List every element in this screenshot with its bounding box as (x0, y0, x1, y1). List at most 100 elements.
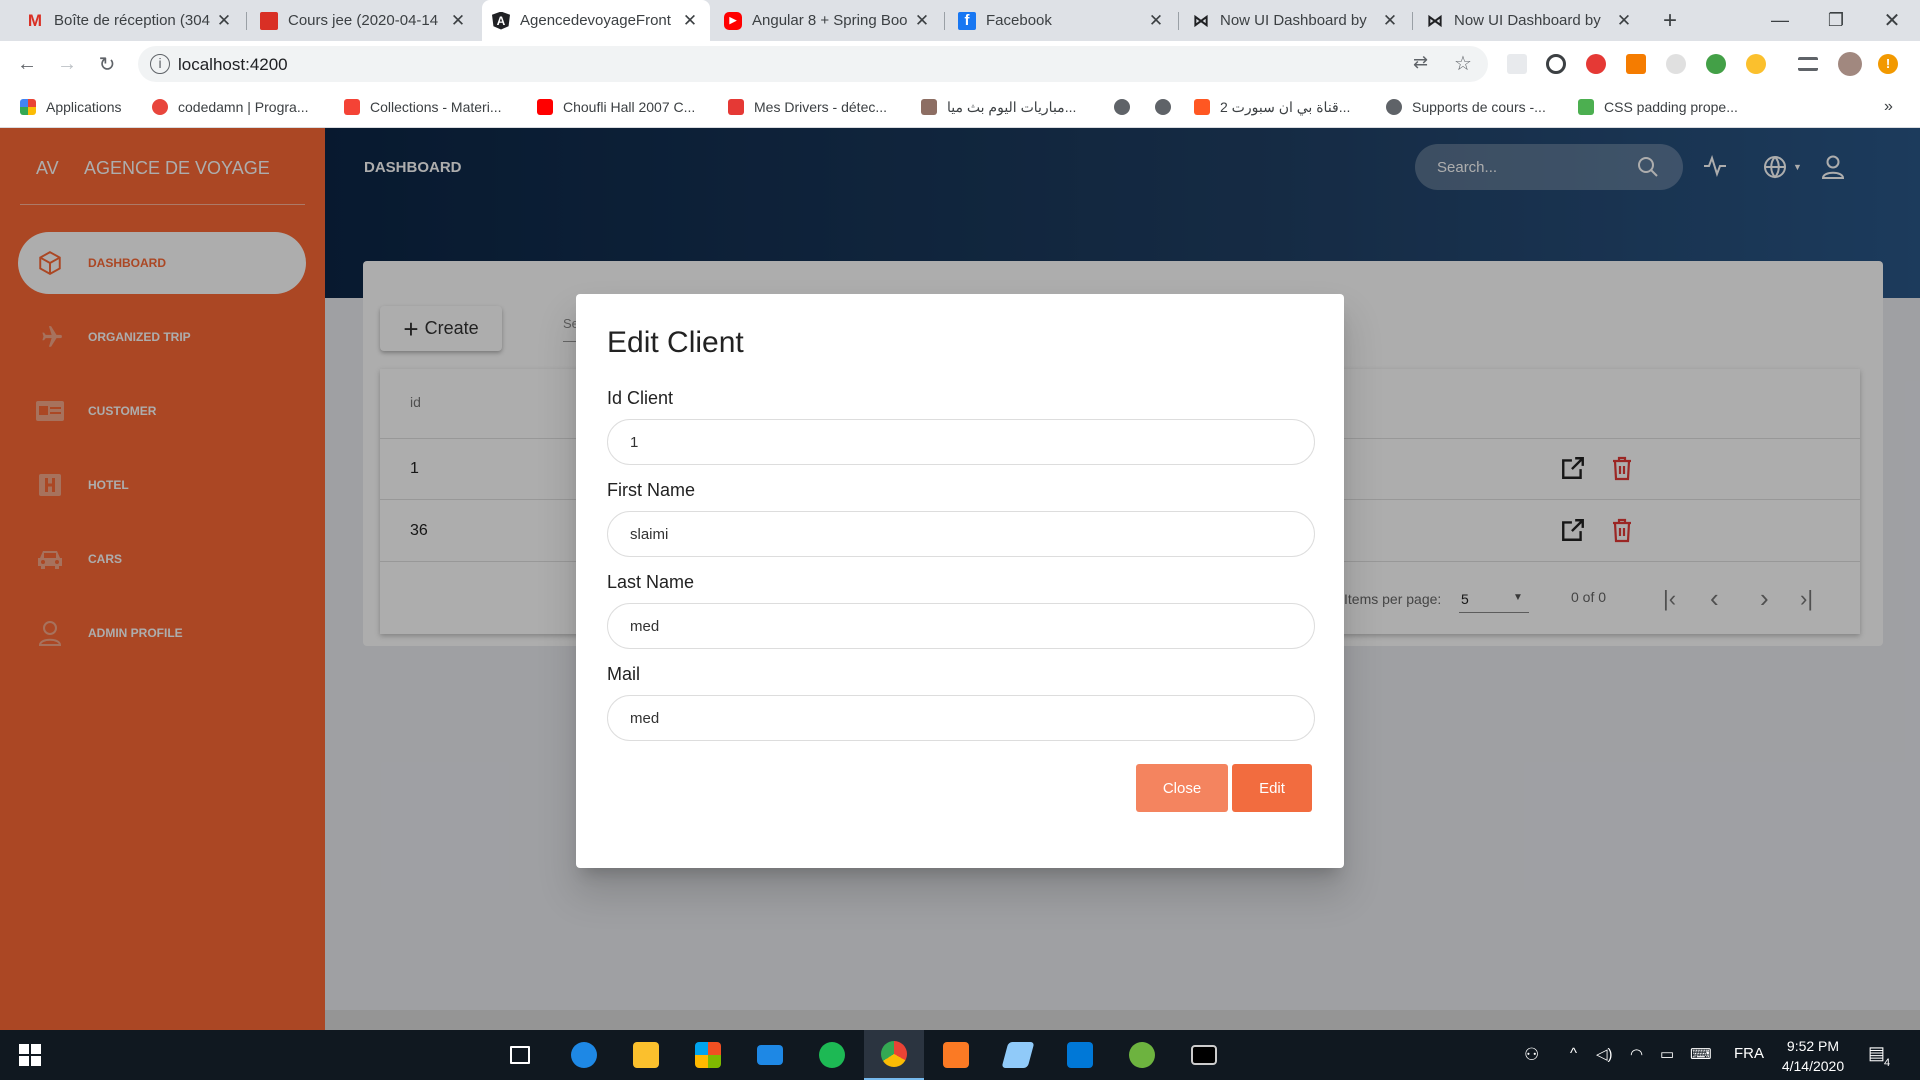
moon-extension-icon[interactable] (1746, 54, 1766, 74)
dialog-title: Edit Client (607, 326, 744, 359)
bookmark-codedamn[interactable]: codedamn | Progra... (152, 97, 308, 117)
update-alert-icon[interactable]: ! (1878, 54, 1898, 74)
avatar[interactable] (1838, 52, 1862, 76)
tab-separator (944, 12, 945, 30)
close-tab-icon[interactable]: ✕ (1146, 11, 1166, 31)
close-tab-icon[interactable]: ✕ (1614, 11, 1634, 31)
task-view-button[interactable] (490, 1030, 550, 1080)
xampp-icon (943, 1042, 969, 1068)
office-icon[interactable] (1626, 54, 1646, 74)
taskbar-file-explorer[interactable] (616, 1030, 676, 1080)
keyboard-icon[interactable]: ⌨ (1690, 1045, 1712, 1063)
last-name-label: Last Name (607, 572, 695, 592)
taskbar-mail[interactable] (740, 1030, 800, 1080)
mail-field[interactable] (607, 695, 1315, 741)
tab-separator (1178, 12, 1179, 30)
id-client-label: Id Client (607, 388, 674, 408)
bookmark-mes-drivers[interactable]: Mes Drivers - détec... (728, 97, 887, 117)
taskbar-store[interactable] (678, 1030, 738, 1080)
angular-icon: A (492, 11, 510, 30)
bowtie-icon: ⋈ (1427, 12, 1443, 30)
browser-tab-angular-spring[interactable]: ▶ Angular 8 + Spring Boo ✕ (714, 0, 942, 41)
browser-tab-now-ui-2[interactable]: ⋈ Now UI Dashboard by ✕ (1416, 0, 1644, 41)
media-control-icon[interactable] (1798, 57, 1818, 71)
last-name-field[interactable] (607, 603, 1315, 649)
language-indicator[interactable]: FRA (1734, 1045, 1764, 1062)
close-tab-icon[interactable]: ✕ (448, 11, 468, 31)
address-bar[interactable]: i localhost:4200 ⇄ ☆ (138, 46, 1488, 82)
forward-arrow-icon[interactable]: → (52, 49, 82, 79)
volume-icon[interactable]: ◁) (1596, 1045, 1613, 1063)
bookmark-globe-1[interactable] (1114, 97, 1130, 117)
spotify-icon (819, 1042, 845, 1068)
chrome-icon (881, 1041, 907, 1067)
bookmarks-overflow-button[interactable]: » (1884, 97, 1893, 117)
tab-separator (246, 12, 247, 30)
people-icon[interactable]: ⚇ (1524, 1045, 1539, 1065)
task-view-icon (510, 1046, 530, 1064)
battery-icon[interactable]: ▭ (1660, 1045, 1674, 1063)
taskbar-spring-tool-suite[interactable] (1112, 1030, 1172, 1080)
taskbar-notepad[interactable] (988, 1030, 1048, 1080)
bookmark-css-padding[interactable]: CSS padding prope... (1578, 97, 1738, 117)
youtube-icon (537, 99, 553, 115)
browser-tab-cours-jee[interactable]: Cours jee (2020-04-14 ✕ (250, 0, 478, 41)
drivers-icon (728, 99, 744, 115)
extension-icon[interactable] (1507, 54, 1527, 74)
edge-icon (571, 1042, 597, 1068)
adblock-icon[interactable] (1586, 54, 1606, 74)
tab-separator (1412, 12, 1413, 30)
block-icon[interactable] (1546, 54, 1566, 74)
taskbar-chrome[interactable] (864, 1030, 924, 1080)
bookmark-bein-sport[interactable]: قناة بي ان سبورت 2... (1194, 97, 1350, 117)
new-tab-button[interactable]: + (1650, 0, 1690, 41)
notification-center-icon[interactable]: ▤ (1868, 1043, 1885, 1064)
browser-tab-agencedevoyage[interactable]: A AgencedevoyageFront ✕ (482, 0, 710, 41)
taskbar-terminal[interactable] (1174, 1030, 1234, 1080)
bookmark-matches[interactable]: مباريات اليوم بث ميا... (921, 97, 1076, 117)
bookmarks-bar: Applications codedamn | Progra... Collec… (0, 87, 1920, 128)
chevron-up-icon[interactable]: ^ (1570, 1045, 1577, 1062)
close-tab-icon[interactable]: ✕ (1380, 11, 1400, 31)
id-client-field[interactable] (607, 419, 1315, 465)
window-close-button[interactable]: ✕ (1864, 0, 1920, 41)
close-tab-icon[interactable]: ✕ (680, 11, 700, 31)
browser-tab-now-ui-1[interactable]: ⋈ Now UI Dashboard by ✕ (1182, 0, 1410, 41)
first-name-field[interactable] (607, 511, 1315, 557)
minimize-button[interactable]: — (1752, 0, 1808, 41)
taskbar-vscode[interactable] (1050, 1030, 1110, 1080)
bookmark-collections[interactable]: Collections - Materi... (344, 97, 501, 117)
close-button[interactable]: Close (1136, 764, 1228, 812)
taskbar-spotify[interactable] (802, 1030, 862, 1080)
globe-extension-icon[interactable] (1706, 54, 1726, 74)
back-arrow-icon[interactable]: ← (12, 49, 42, 79)
bookmark-supports-de-cours[interactable]: Supports de cours -... (1386, 97, 1546, 117)
url-text: localhost:4200 (178, 55, 288, 74)
mail-label: Mail (607, 664, 641, 684)
taskbar-xampp[interactable] (926, 1030, 986, 1080)
taskbar-edge[interactable] (554, 1030, 614, 1080)
info-icon[interactable]: i (150, 54, 170, 74)
extension-icon[interactable] (1666, 54, 1686, 74)
bookmark-applications[interactable]: Applications (20, 97, 122, 117)
reload-icon[interactable]: ↻ (92, 49, 122, 79)
translate-icon[interactable]: ⇄ (1413, 52, 1428, 73)
clock-date: 4/14/2020 (1781, 1058, 1845, 1074)
spring-icon (1129, 1042, 1155, 1068)
close-tab-icon[interactable]: ✕ (214, 11, 234, 31)
browser-tab-gmail[interactable]: M Boîte de réception (304 ✕ (16, 0, 244, 41)
wifi-icon[interactable]: ◠ (1630, 1045, 1643, 1063)
browser-tab-bar: M Boîte de réception (304 ✕ Cours jee (2… (0, 0, 1920, 41)
notepad-icon (1001, 1042, 1035, 1068)
star-icon[interactable]: ☆ (1454, 51, 1472, 76)
start-button[interactable] (0, 1030, 60, 1080)
bookmark-choufli-hall[interactable]: Choufli Hall 2007 C... (537, 97, 695, 117)
bookmark-globe-2[interactable] (1155, 97, 1171, 117)
globe-icon (1114, 99, 1130, 115)
restore-button[interactable]: ❐ (1808, 0, 1864, 41)
edit-client-dialog: Edit Client Id Client First Name Last Na… (576, 294, 1344, 868)
clock[interactable]: 9:52 PM 4/14/2020 (1766, 1036, 1860, 1076)
close-tab-icon[interactable]: ✕ (912, 11, 932, 31)
browser-tab-facebook[interactable]: f Facebook ✕ (948, 0, 1176, 41)
edit-button[interactable]: Edit (1232, 764, 1312, 812)
